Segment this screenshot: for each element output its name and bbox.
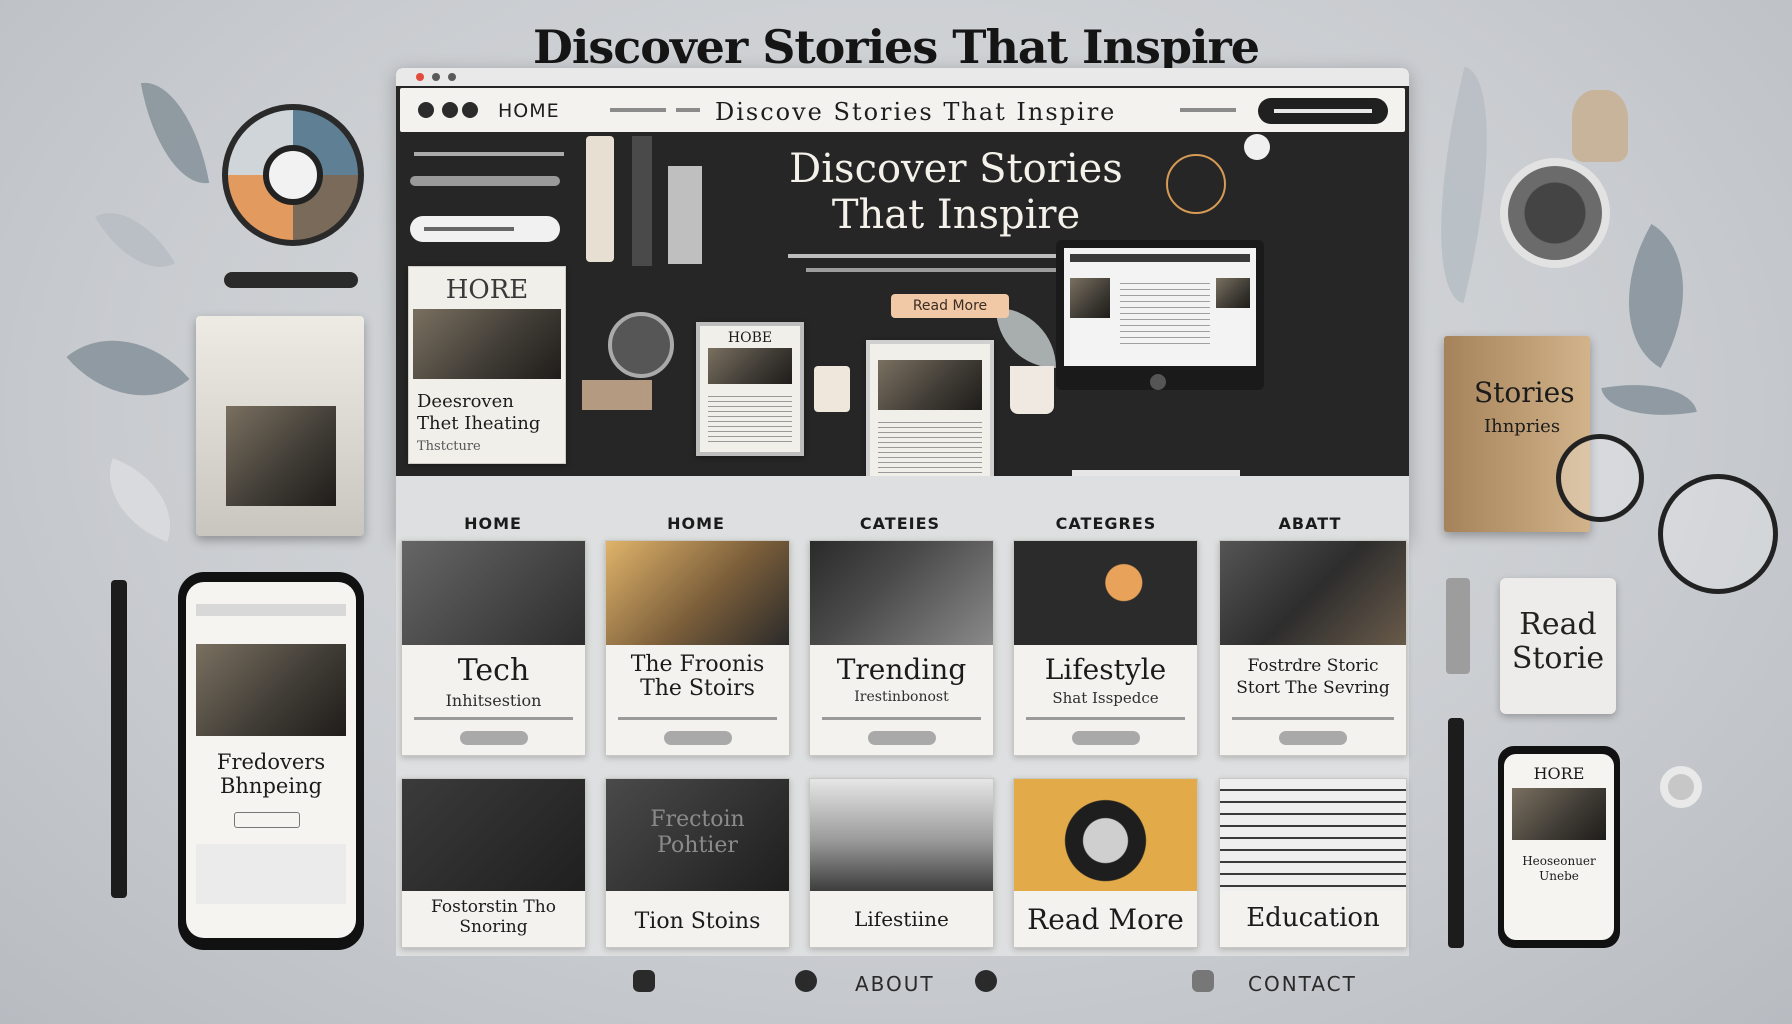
leaf-decoration [92,458,188,542]
pencil-prop [1448,718,1464,948]
hero-side-card: HORE Deesroven Thet Iheating Thstcture [408,266,566,464]
story-card[interactable]: Frectoin Pohtier Tion Stoins [605,778,790,948]
maximize-dot-icon[interactable] [448,73,456,81]
fern-decoration [1409,66,1519,304]
story-card[interactable]: Lifestiine [809,778,994,948]
card-button[interactable] [867,731,936,745]
footer-icon[interactable] [975,970,997,992]
cap-prop [1572,90,1628,162]
browser-window: HOME Discove Stories That Inspire HORE D… [396,68,1409,540]
tape-prop [1660,766,1702,808]
story-card[interactable]: Fostorstin Tho Snoring [401,778,586,948]
notebook-prop [196,316,364,536]
magnifier-icon [608,312,674,378]
sidebar-input[interactable] [410,216,560,242]
story-card[interactable]: The Froonis The Stoirs [605,540,790,756]
page-title: Discover Stories That Inspire [533,20,1260,74]
card-button[interactable] [1279,731,1347,745]
minimize-dot-icon[interactable] [432,73,440,81]
leaf-decoration [66,305,190,431]
compass-star-icon [1166,154,1226,214]
coffee-cup-prop [814,366,850,412]
magnifier-icon [1658,474,1778,594]
site-navbar: HOME Discove Stories That Inspire [400,88,1405,132]
nav-home-link[interactable]: HOME [498,100,560,122]
nav-dot-icon [442,102,458,118]
story-card[interactable]: Lifestyle Shat Isspedce [1013,540,1198,756]
card-button[interactable] [663,731,732,745]
right-phone-mockup: HORE Heoseonuer Unebe [1498,746,1620,948]
browser-titlebar [396,68,1409,86]
pen-prop [1446,578,1470,674]
footer-icon[interactable] [1192,970,1214,992]
footer-about-link[interactable]: ABOUT [855,972,935,996]
read-card-prop: Read Storie [1500,578,1616,714]
pencil-prop [111,580,127,898]
card-button[interactable] [1071,731,1140,745]
card-button[interactable] [459,731,528,745]
nav-dot-icon [462,102,478,118]
magnifier-icon [1556,434,1644,522]
leaf-decoration [140,74,210,192]
leaf-decoration [95,193,175,287]
leaf-decoration [1591,224,1721,368]
clock-icon [1244,134,1270,160]
column-label: HOME [464,514,522,533]
books-prop [582,380,652,410]
story-card[interactable]: Read More [1013,778,1198,948]
tablet-mockup [866,340,994,488]
nav-search-pill[interactable] [1258,98,1388,124]
footer-icon[interactable] [795,970,817,992]
story-card[interactable]: Education [1219,778,1407,948]
pencil-prop [632,136,652,266]
column-label: ABATT [1278,514,1342,533]
nav-center-title: Discove Stories That Inspire [715,98,1117,126]
book-subtitle: Ihnpries [1484,416,1561,437]
footer-contact-link[interactable]: CONTACT [1248,972,1357,996]
column-label: CATEGRES [1055,514,1157,533]
story-card[interactable]: Trending Irestinbonost [809,540,994,756]
compass-prop [1500,158,1610,268]
hero-title: Discover Stories That Inspire [789,146,1123,238]
pencil-cup-prop [586,136,614,262]
nav-dot-icon [418,102,434,118]
desktop-monitor [1056,240,1264,390]
column-label: CATEIES [859,514,941,533]
column-label: HOME [667,514,725,533]
read-more-button[interactable]: Read More [891,294,1009,318]
color-wheel-prop [222,104,364,246]
left-phone-title: Fredovers Bhnpeing [216,750,326,798]
tablet-mockup: HOBE [696,322,804,456]
story-card[interactable]: Fostrdre Storic Stort The Sevring [1219,540,1407,756]
left-phone-mockup: Fredovers Bhnpeing [178,572,364,950]
leaf-decoration [1601,372,1697,428]
story-card[interactable]: Tech Inhitsestion [401,540,586,756]
footer-icon[interactable] [633,970,655,992]
close-dot-icon[interactable] [416,73,424,81]
book-title: Stories [1474,376,1575,409]
plant-pot-prop [1010,366,1054,414]
pen-prop [224,272,358,288]
ruler-prop [668,166,702,264]
